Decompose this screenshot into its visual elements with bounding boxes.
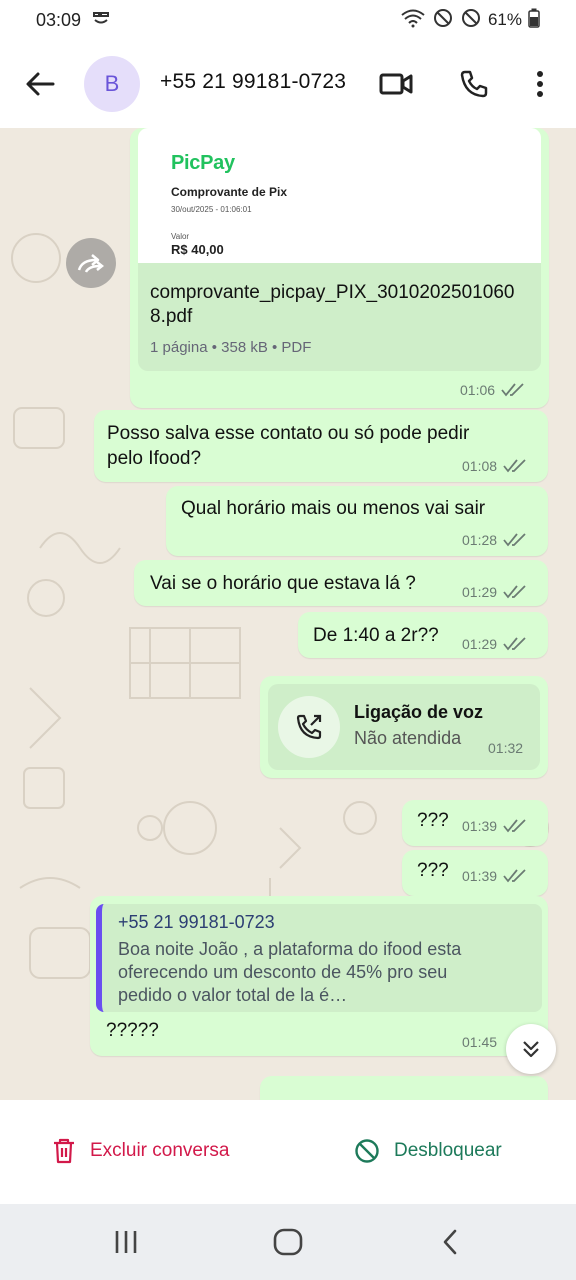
pdf-doc-value: R$ 40,00 [171, 242, 224, 257]
delete-chat-button[interactable]: Excluir conversa [52, 1138, 229, 1164]
message-bubble[interactable]: Qual horário mais ou menos vai sair 01:2… [166, 486, 548, 556]
quote-text: Boa noite João , a plataforma do ifood e… [118, 939, 462, 1005]
message-bubble[interactable]: De 1:40 a 2r?? 01:29 [298, 612, 548, 658]
do-not-disturb-icon [432, 7, 454, 34]
quoted-message[interactable]: +55 21 99181-0723 Boa noite João , a pla… [96, 904, 542, 1012]
message-bubble[interactable]: Vai se o horário que estava lá ? 01:29 [134, 560, 548, 606]
recent-apps-icon[interactable] [106, 1222, 146, 1262]
unblock-label: Desbloquear [394, 1140, 502, 1161]
message-text: ??? [417, 860, 449, 881]
message-meta: 01:06 [460, 382, 527, 398]
battery-percent: 61% [487, 10, 522, 29]
pdf-info: 1 página • 358 kB • PDF [150, 339, 312, 356]
avatar[interactable]: B [84, 56, 140, 112]
pdf-preview[interactable]: PicPay Comprovante de Pix 30/out/2025 - … [138, 128, 541, 263]
pdf-doc-date: 30/out/2025 - 01:06:01 [171, 205, 252, 214]
pdf-doc-title: Comprovante de Pix [171, 185, 288, 199]
forward-icon[interactable] [66, 238, 116, 288]
video-call-icon[interactable] [376, 64, 416, 104]
double-check-icon [501, 383, 524, 397]
message-text: ??? [417, 810, 449, 831]
chat-header: B +55 21 99181-0723 [0, 40, 576, 128]
status-bar: 03:09 61% [0, 0, 576, 40]
notification-icon [91, 10, 111, 31]
pdf-footer[interactable]: comprovante_picpay_PIX_30102025010608.pd… [138, 263, 541, 371]
call-card[interactable]: Ligação de voz Não atendida 01:32 [268, 684, 540, 770]
back-arrow-icon[interactable] [20, 64, 60, 104]
pdf-doc-value-label: Valor [171, 232, 190, 241]
message-time: 01:45 [462, 1034, 498, 1050]
blocked-actions-bar: Excluir conversa Desbloquear [0, 1100, 576, 1204]
pdf-filename: comprovante_picpay_PIX_30102025010608.pd… [150, 282, 515, 327]
message-text: Qual horário mais ou menos vai sair [181, 498, 486, 519]
phone-icon[interactable] [454, 64, 494, 104]
message-bubble[interactable]: ??? 01:39 [402, 850, 548, 896]
wifi-icon [400, 8, 426, 33]
unblock-icon [355, 1139, 379, 1163]
double-check-icon [503, 637, 526, 651]
back-nav-icon[interactable] [430, 1222, 470, 1262]
do-not-disturb-icon [460, 7, 482, 34]
document-message[interactable]: PicPay Comprovante de Pix 30/out/2025 - … [130, 128, 549, 408]
status-time: 03:09 [36, 9, 82, 30]
message-meta: 01:08 [462, 458, 529, 474]
scroll-down-icon[interactable] [506, 1024, 556, 1074]
message-time: 01:39 [462, 818, 498, 834]
message-text: ????? [106, 1020, 159, 1041]
double-check-icon [503, 585, 526, 599]
message-time: 01:39 [462, 868, 498, 884]
delete-chat-label: Excluir conversa [90, 1140, 230, 1161]
message-meta: 01:28 [462, 532, 529, 548]
message-meta: 01:39 [462, 868, 529, 884]
message-meta: 01:29 [462, 636, 529, 652]
unblock-button[interactable]: Desbloquear [354, 1138, 502, 1164]
contact-name[interactable]: +55 21 99181-0723 [160, 70, 346, 94]
message-bubble[interactable]: ??? 01:39 [402, 800, 548, 846]
message-time: 01:06 [460, 382, 496, 398]
home-icon[interactable] [268, 1222, 308, 1262]
message-time: 01:32 [488, 740, 524, 756]
quote-sender: +55 21 99181-0723 [118, 912, 275, 932]
message-time: 01:29 [462, 584, 498, 600]
message-bubble[interactable]: Posso salva esse contato ou só pode pedi… [94, 410, 548, 482]
picpay-logo: PicPay [171, 152, 235, 174]
message-time: 01:08 [462, 458, 498, 474]
message-meta: 01:29 [462, 584, 529, 600]
double-check-icon [503, 533, 526, 547]
message-meta: 01:39 [462, 818, 529, 834]
missed-call-icon [278, 696, 340, 758]
double-check-icon [503, 459, 526, 473]
chat-area[interactable]: PicPay Comprovante de Pix 30/out/2025 - … [0, 128, 576, 1100]
battery-icon [528, 8, 540, 33]
message-bubble[interactable] [260, 1076, 548, 1100]
call-status: Não atendida [354, 728, 462, 748]
message-time: 01:29 [462, 636, 498, 652]
message-text: Posso salva esse contato ou só pode pedi… [107, 423, 470, 469]
more-options-icon[interactable] [520, 64, 560, 104]
double-check-icon [503, 869, 526, 883]
call-title: Ligação de voz [354, 702, 484, 722]
message-text: Vai se o horário que estava lá ? [150, 573, 416, 594]
system-nav-bar [0, 1204, 576, 1280]
message-text: De 1:40 a 2r?? [313, 625, 439, 646]
double-check-icon [503, 819, 526, 833]
trash-icon [54, 1138, 74, 1164]
message-time: 01:28 [462, 532, 498, 548]
